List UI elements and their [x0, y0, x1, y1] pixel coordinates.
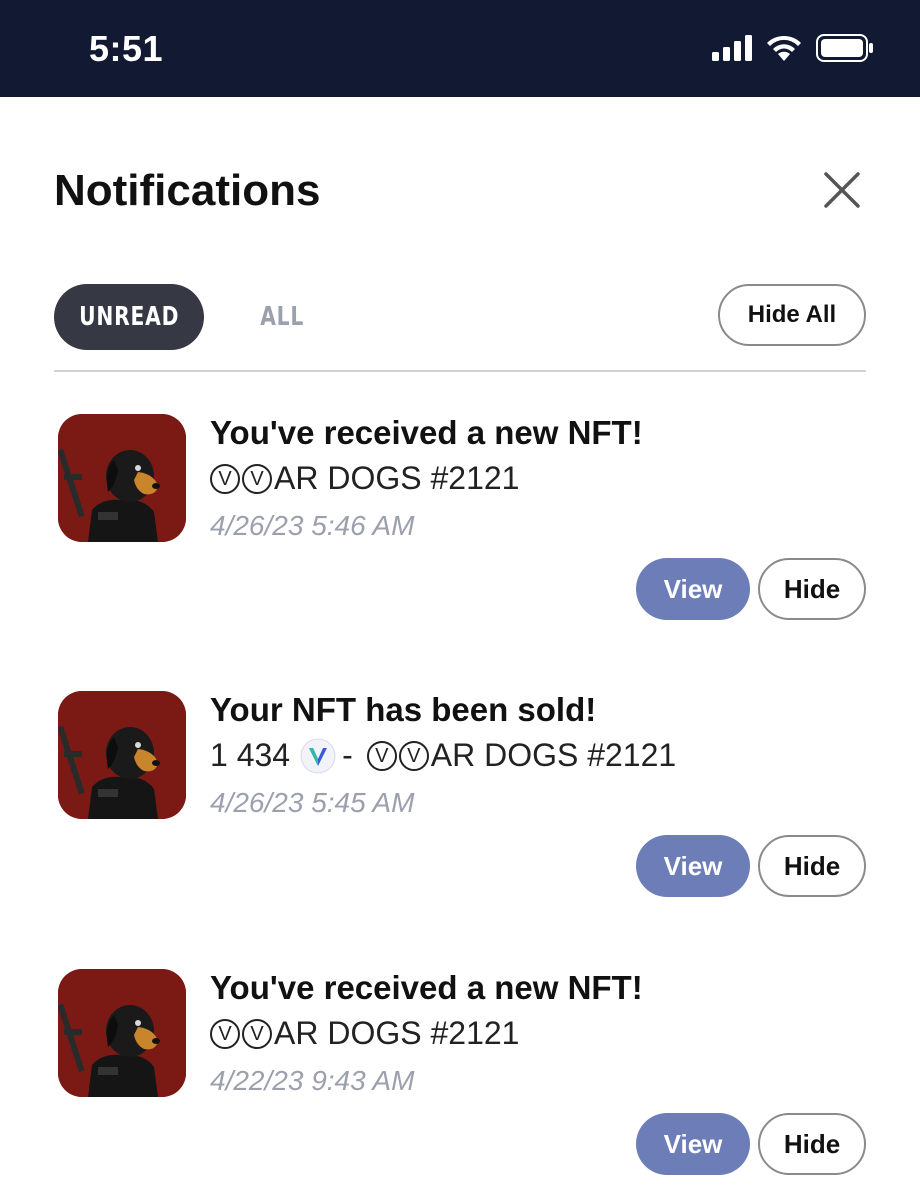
nft-name: AR DOGS #2121 [274, 460, 520, 496]
notification-item: You've received a new NFT! V V AR DOGS #21… [0, 969, 920, 1199]
notification-body: V V AR DOGS #2121 [210, 460, 519, 497]
war-dog-image [58, 969, 186, 1097]
notification-item: You've received a new NFT! V V AR DOGS #21… [0, 414, 920, 644]
notification-time: 4/22/23 9:43 AM [210, 1065, 415, 1096]
view-button[interactable]: View [636, 558, 750, 620]
war-dog-image [58, 691, 186, 819]
nft-avatar[interactable] [58, 414, 186, 542]
circled-letter: V [242, 1018, 272, 1049]
notification-item: Your NFT has been sold! 1 434 - V V AR DOGS… [0, 691, 920, 921]
hide-button[interactable]: Hide [758, 835, 866, 897]
tab-all[interactable]: ALL [230, 284, 334, 350]
close-button[interactable] [818, 166, 866, 214]
notification-time: 4/26/23 5:45 AM [210, 787, 415, 818]
hide-button[interactable]: Hide [758, 558, 866, 620]
circled-letter: V [210, 463, 240, 494]
nft-name: AR DOGS #2121 [430, 737, 677, 773]
status-time: 5:51 [89, 28, 164, 69]
view-button[interactable]: View [636, 835, 750, 897]
tab-all-label: ALL [260, 302, 304, 332]
divider [54, 370, 866, 372]
hide-all-button[interactable]: Hide All [718, 284, 866, 346]
circled-letter: V [242, 463, 272, 494]
tab-bar: UNREAD ALL Hide All [54, 284, 866, 350]
wifi-icon [767, 35, 801, 61]
nft-name: AR DOGS #2121 [274, 1015, 520, 1051]
tab-unread[interactable]: UNREAD [54, 284, 204, 350]
notification-body: 1 434 - V V AR DOGS #2121 [210, 737, 676, 774]
notification-time: 4/26/23 5:46 AM [210, 510, 415, 541]
tab-unread-label: UNREAD [78, 302, 180, 332]
hide-button[interactable]: Hide [758, 1113, 866, 1175]
circled-letter: V [398, 740, 429, 771]
notification-body: V V AR DOGS #2121 [210, 1015, 519, 1052]
vet-token-icon [300, 738, 336, 773]
status-icons [712, 34, 874, 62]
battery-icon [816, 34, 873, 62]
close-icon [824, 172, 860, 208]
notification-title: Your NFT has been sold! [210, 691, 597, 728]
signal-icon [712, 35, 752, 61]
view-button[interactable]: View [636, 1113, 750, 1175]
status-bar: 5:51 [0, 0, 920, 97]
circled-letter: V [210, 1018, 240, 1049]
circled-letter: V [366, 740, 397, 771]
war-dog-image [58, 414, 186, 542]
nft-avatar[interactable] [58, 969, 186, 1097]
nft-avatar[interactable] [58, 691, 186, 819]
separator: - [342, 737, 353, 773]
sale-price: 1 434 [210, 737, 291, 773]
notification-title: You've received a new NFT! [210, 969, 643, 1006]
page-title: Notifications [54, 166, 321, 215]
notification-title: You've received a new NFT! [210, 414, 643, 451]
